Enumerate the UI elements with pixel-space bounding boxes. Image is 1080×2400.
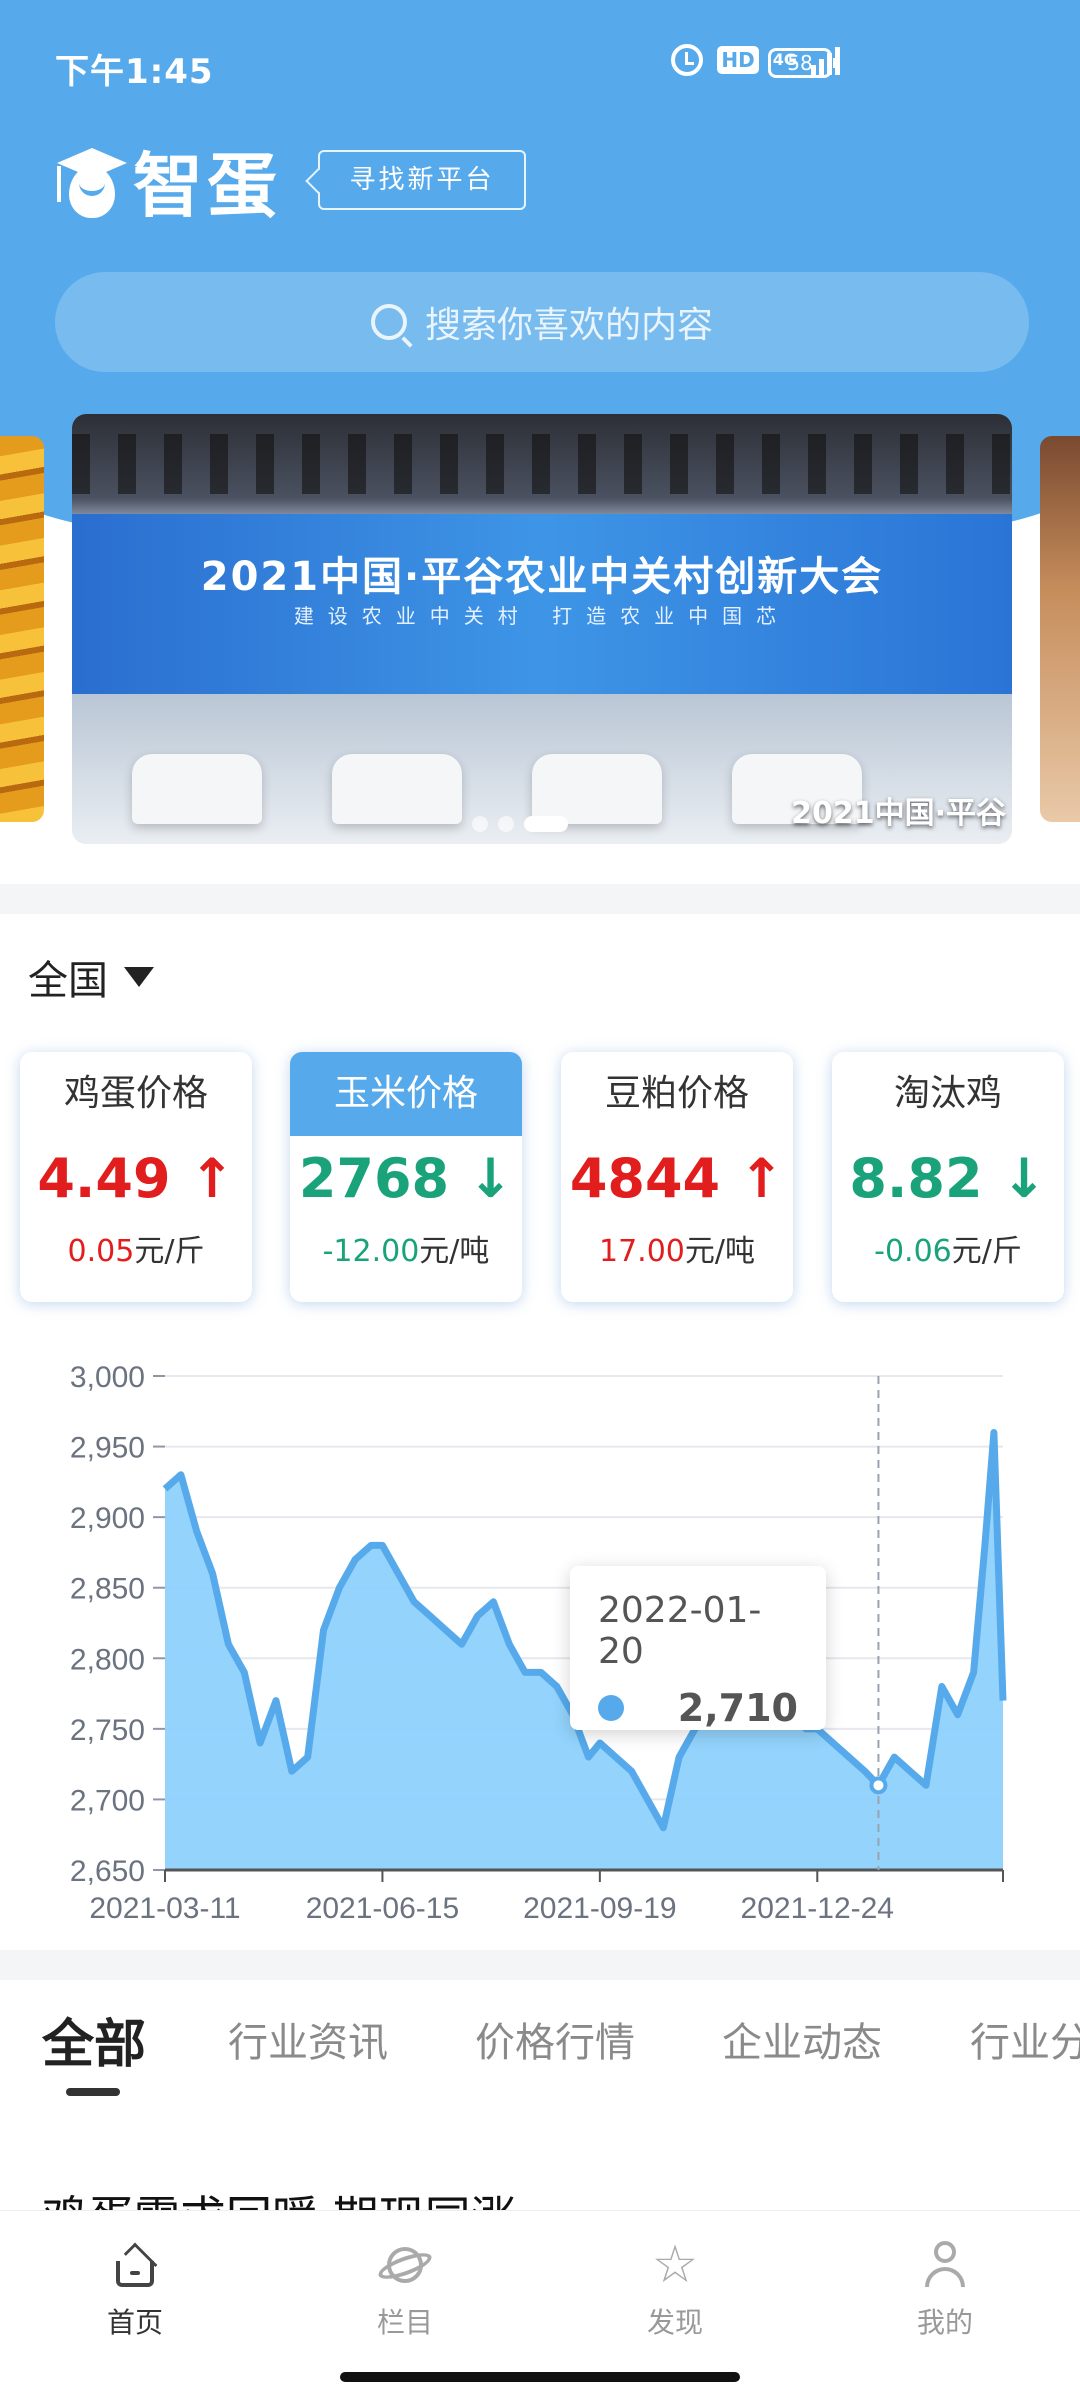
arrow-down-icon: ↓ (1001, 1147, 1047, 1210)
price-card-change: -12.00元/吨 (322, 1234, 490, 1269)
y-tick-label: 3,000 (70, 1361, 145, 1394)
app-logo: 智蛋 (55, 140, 281, 227)
battery-icon: 58 (768, 48, 838, 78)
region-label: 全国 (28, 958, 108, 1004)
x-tick-label: 2021-12-24 (741, 1892, 894, 1925)
egg-mascot-icon (55, 140, 129, 220)
tab-price-market[interactable]: 价格行情 (475, 2010, 635, 2068)
news-tabs: 全部 行业资讯 价格行情 企业动态 行业分 (0, 2000, 1080, 2100)
tab-all[interactable]: 全部 (42, 2002, 146, 2077)
x-tick-label: 2021-09-19 (523, 1892, 676, 1925)
tab-company-news[interactable]: 企业动态 (722, 2010, 882, 2068)
price-card-egg[interactable]: 鸡蛋价格 4.49 ↑ 0.05元/斤 (20, 1052, 252, 1302)
status-time: 下午1:45 (55, 52, 214, 92)
price-card-value: 8.82 ↓ (849, 1147, 1047, 1210)
y-tick-label: 2,900 (70, 1502, 145, 1535)
arrow-up-icon: ↑ (189, 1147, 235, 1210)
tooltip-value: 2,710 (677, 1686, 798, 1730)
highlighted-point (869, 1776, 888, 1795)
status-bar: 下午1:45 HD 4G 58 (0, 0, 1080, 120)
nav-columns[interactable]: 栏目 (335, 2241, 475, 2341)
chart-tooltip: 2022-01-20 2,710 (570, 1566, 826, 1730)
logo-text: 智蛋 (133, 144, 281, 227)
price-card-corn[interactable]: 玉米价格 2768 ↓ -12.00元/吨 (290, 1052, 522, 1302)
price-card-title: 鸡蛋价格 (63, 1073, 208, 1114)
price-cards: 鸡蛋价格 4.49 ↑ 0.05元/斤 玉米价格 2768 ↓ -12.00元/… (20, 1052, 1070, 1302)
price-card-change: 0.05元/斤 (67, 1234, 205, 1269)
y-tick-label: 2,800 (70, 1643, 145, 1676)
carousel-dot-active (524, 816, 568, 832)
price-card-spent-hen[interactable]: 淘汰鸡 8.82 ↓ -0.06元/斤 (832, 1052, 1064, 1302)
tab-industry-news[interactable]: 行业资讯 (228, 2010, 388, 2068)
section-divider (0, 884, 1080, 914)
section-divider (0, 1950, 1080, 1980)
x-tick-label: 2021-03-11 (89, 1892, 240, 1925)
series-dot-icon (598, 1695, 624, 1721)
arrow-down-icon: ↓ (467, 1147, 514, 1210)
price-card-value: 2768 ↓ (298, 1147, 514, 1210)
y-tick-label: 2,700 (70, 1784, 145, 1817)
search-placeholder: 搜索你喜欢的内容 (424, 305, 713, 346)
carousel-indicator (472, 816, 568, 832)
price-card-title: 淘汰鸡 (893, 1073, 1002, 1114)
banner-title: 2021中国·平谷农业中关村创新大会 (200, 554, 884, 600)
nav-label: 首页 (106, 2306, 163, 2339)
nav-discover[interactable]: ☆ 发现 (605, 2235, 745, 2341)
price-card-change: -0.06元/斤 (874, 1234, 1022, 1269)
region-selector[interactable]: 全国 (28, 948, 154, 1006)
star-icon: ☆ (651, 2235, 699, 2295)
price-card-title: 玉米价格 (290, 1052, 522, 1136)
nav-label: 我的 (916, 2306, 973, 2339)
search-bar[interactable]: 搜索你喜欢的内容 (55, 272, 1029, 372)
price-card-change: 17.00元/吨 (599, 1234, 755, 1269)
price-card-value: 4844 ↑ (569, 1147, 785, 1210)
banner-caption: 2021中国·平谷 (791, 796, 1006, 831)
nav-label: 栏目 (376, 2306, 433, 2339)
price-card-title: 豆粕价格 (604, 1073, 749, 1114)
nav-label: 发现 (646, 2306, 703, 2339)
y-tick-label: 2,850 (70, 1573, 145, 1606)
home-indicator (340, 2372, 740, 2382)
price-chart-svg[interactable]: 2,650 2,700 2,750 2,800 2,850 2,900 2,950 3,000… (0, 1340, 1080, 1940)
price-card-value: 4.49 ↑ (37, 1147, 235, 1210)
carousel-dot (498, 816, 514, 832)
hd-icon: HD (717, 46, 759, 74)
carousel-dot (472, 816, 488, 832)
alarm-icon (671, 44, 704, 76)
y-tick-label: 2,650 (70, 1855, 145, 1888)
price-chart[interactable]: 2,650 2,700 2,750 2,800 2,850 2,900 2,950 3,000… (0, 1340, 1080, 1940)
planet-icon (375, 2241, 435, 2289)
search-icon (370, 304, 407, 340)
user-icon (921, 2241, 969, 2289)
nav-home[interactable]: 首页 (65, 2241, 205, 2341)
banner-next-peek[interactable] (1040, 436, 1080, 822)
x-tick-label: 2021-06-15 (306, 1892, 459, 1925)
arrow-up-icon: ↑ (738, 1147, 785, 1210)
caret-down-icon (124, 967, 154, 987)
home-icon (111, 2241, 159, 2289)
tab-industry-analysis[interactable]: 行业分 (970, 2010, 1080, 2068)
banner-prev-peek[interactable] (0, 436, 44, 822)
active-tab-indicator (66, 2088, 120, 2096)
banner-subtitle: 建设农业中关村 打造农业中国芯 (293, 604, 791, 628)
price-card-soymeal[interactable]: 豆粕价格 4844 ↑ 17.00元/吨 (561, 1052, 793, 1302)
slogan-tag: 寻找新平台 (318, 150, 526, 210)
y-tick-label: 2,950 (70, 1432, 145, 1465)
tooltip-date: 2022-01-20 (598, 1590, 762, 1672)
y-tick-label: 2,750 (70, 1714, 145, 1747)
banner-carousel[interactable]: 2021中国·平谷农业中关村创新大会 建设农业中关村 打造农业中国芯 2021中… (72, 414, 1012, 844)
nav-profile[interactable]: 我的 (875, 2241, 1015, 2341)
